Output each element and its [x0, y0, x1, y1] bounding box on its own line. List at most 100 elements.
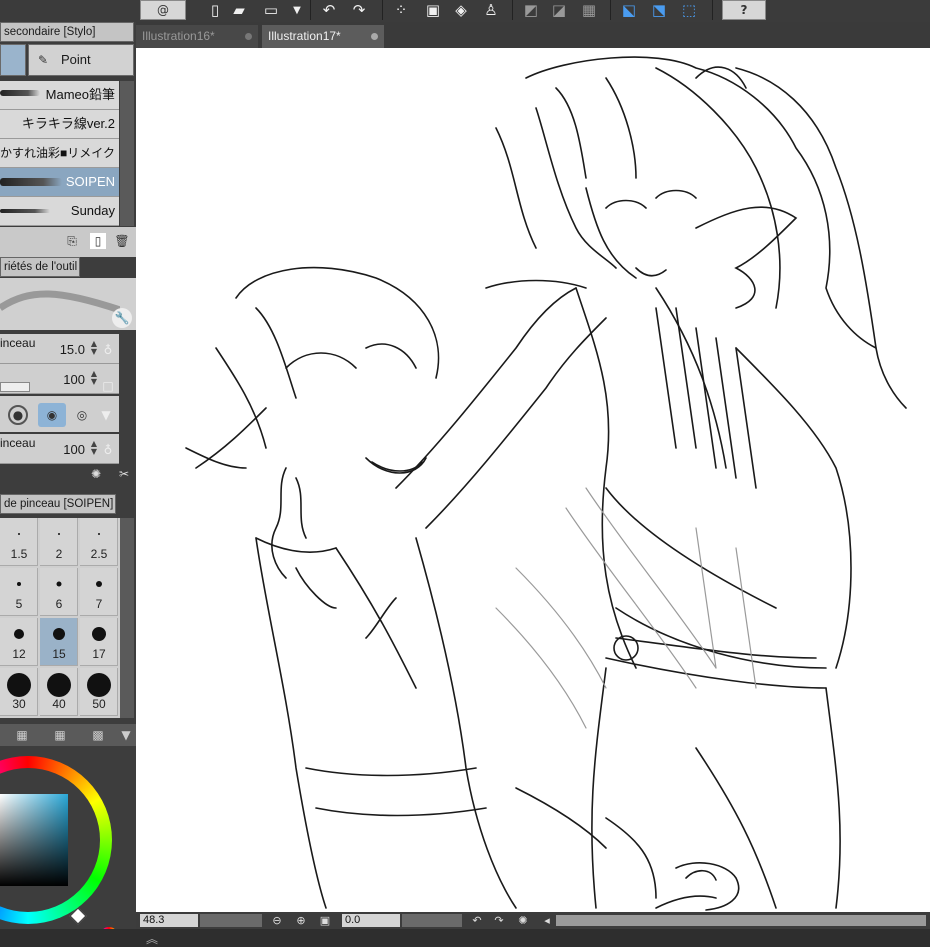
- select-dots-icon[interactable]: ⁘: [392, 1, 410, 19]
- brush-density-value[interactable]: 100: [63, 442, 85, 457]
- reset-rotation-icon[interactable]: ✺: [516, 913, 530, 927]
- special-ruler-snap-icon[interactable]: ⬔: [650, 1, 668, 19]
- point-tab[interactable]: ✎ Point: [28, 44, 134, 76]
- pressure-settings-icon[interactable]: ♁: [100, 442, 116, 458]
- help-button[interactable]: ?: [722, 0, 766, 20]
- size-label: 2: [55, 547, 63, 561]
- brush-tip-2-icon[interactable]: ◉: [38, 403, 66, 427]
- size-label: 40: [52, 697, 66, 711]
- stepper-icon[interactable]: ▲ ▼: [91, 440, 97, 456]
- save-icon[interactable]: ▭: [262, 1, 280, 19]
- expand-up-icon[interactable]: ︽: [144, 930, 160, 946]
- dropdown-arrow-icon[interactable]: ▼: [288, 1, 306, 19]
- person-icon[interactable]: ♙: [482, 1, 500, 19]
- size-cell-6[interactable]: 6: [40, 568, 78, 616]
- color-tab-2-icon[interactable]: ▦: [52, 727, 68, 743]
- drawing-canvas[interactable]: [136, 48, 930, 912]
- help-question-icon: ?: [740, 3, 748, 17]
- color-tab-3-icon[interactable]: ▩: [90, 727, 106, 743]
- horizontal-scrollbar[interactable]: [556, 915, 926, 926]
- brush-item-soipen[interactable]: SOIPEN: [0, 168, 119, 197]
- size-label: 1.5: [10, 547, 28, 561]
- brush-size-value[interactable]: 15.0: [60, 342, 85, 357]
- scroll-left-icon[interactable]: ◂: [540, 913, 554, 927]
- fill-bucket-icon[interactable]: ◈: [452, 1, 470, 19]
- rotate-left-icon[interactable]: ↶: [470, 913, 484, 927]
- toolbar-separator: [712, 0, 713, 20]
- open-folder-icon[interactable]: ▰: [230, 1, 248, 19]
- brush-stroke-preview: [0, 209, 50, 213]
- chevron-down-icon[interactable]: ▼: [98, 407, 114, 423]
- redo-icon[interactable]: ↷: [350, 1, 368, 19]
- film-icon[interactable]: ▦: [580, 1, 598, 19]
- wrench-icon[interactable]: ✂: [116, 466, 132, 482]
- zoom-field[interactable]: 48.3: [140, 914, 198, 927]
- size-cell-40[interactable]: 40: [40, 668, 78, 716]
- size-cell-12[interactable]: 12: [0, 618, 38, 666]
- new-brush-icon[interactable]: ▯: [90, 233, 106, 249]
- tab-close-icon[interactable]: [371, 33, 378, 40]
- point-tab-label: Point: [61, 52, 91, 67]
- undo-icon[interactable]: ↶: [320, 1, 338, 19]
- rotate-right-icon[interactable]: ↷: [492, 913, 506, 927]
- app-menu-button[interactable]: @: [140, 0, 186, 20]
- brush-item-kirakira[interactable]: キラキラ線ver.2: [0, 110, 119, 139]
- square-checkbox-icon[interactable]: □: [100, 378, 116, 394]
- opacity-slider[interactable]: [0, 382, 30, 392]
- brush-list-scrollbar[interactable]: [120, 81, 134, 226]
- size-cell-2[interactable]: 2: [40, 518, 78, 566]
- ruler-snap-icon[interactable]: ⬕: [620, 1, 638, 19]
- zoom-out-icon[interactable]: ⊖: [270, 913, 284, 927]
- rotation-slider[interactable]: [402, 914, 462, 927]
- stepper-icon[interactable]: ▲ ▼: [91, 340, 97, 356]
- pressure-settings-icon[interactable]: ♁: [100, 342, 116, 358]
- color-tab-1-icon[interactable]: ▦: [14, 727, 30, 743]
- layer-icon-2[interactable]: ◪: [550, 1, 568, 19]
- size-cell-1-5[interactable]: 1.5: [0, 518, 38, 566]
- size-cell-30[interactable]: 30: [0, 668, 38, 716]
- size-label: 15: [52, 647, 66, 661]
- brush-item-kasure[interactable]: かすれ油彩■リメイク: [0, 139, 119, 168]
- transform-icon[interactable]: ▣: [424, 1, 442, 19]
- opacity-value[interactable]: 100: [63, 372, 85, 387]
- size-dot: [16, 582, 21, 586]
- saturation-value-square[interactable]: [0, 794, 68, 886]
- toolbar-separator: [382, 0, 383, 20]
- size-cell-15[interactable]: 15: [40, 618, 78, 666]
- chevron-down-icon[interactable]: ▼: [118, 727, 134, 743]
- size-cell-17[interactable]: 17: [80, 618, 118, 666]
- zoom-slider[interactable]: [200, 914, 262, 927]
- size-dot: [86, 673, 111, 697]
- wrench-settings-icon[interactable]: 🔧: [112, 308, 132, 328]
- new-file-icon[interactable]: ▯: [206, 1, 224, 19]
- loading-dots-icon: ✺: [90, 467, 102, 481]
- line-art-illustration: [185, 56, 907, 911]
- secondary-tool-tab-empty[interactable]: [0, 44, 26, 76]
- layer-icon-1[interactable]: ◩: [522, 1, 540, 19]
- copy-brush-icon[interactable]: ⎘: [64, 233, 80, 249]
- size-dot: [6, 673, 31, 697]
- brush-size-scrollbar[interactable]: [120, 518, 134, 718]
- rotation-field[interactable]: 0.0: [342, 914, 400, 927]
- size-label: 7: [95, 597, 103, 611]
- brush-item-mameo[interactable]: Mameo鉛筆: [0, 81, 119, 110]
- grid-snap-icon[interactable]: ⬚: [680, 1, 698, 19]
- stepper-icon[interactable]: ▲ ▼: [91, 370, 97, 386]
- brush-item-sunday[interactable]: Sunday: [0, 197, 119, 226]
- trash-icon[interactable]: 🗑: [114, 233, 130, 249]
- size-cell-5[interactable]: 5: [0, 568, 38, 616]
- tab-illustration16[interactable]: Illustration16*: [136, 25, 258, 48]
- document-tabs: Illustration16* Illustration17*: [136, 22, 930, 48]
- size-cell-7[interactable]: 7: [80, 568, 118, 616]
- brush-tip-1-icon[interactable]: ●: [8, 405, 28, 425]
- size-cell-50[interactable]: 50: [80, 668, 118, 716]
- size-dot: [56, 581, 61, 587]
- fit-screen-icon[interactable]: ▣: [318, 913, 332, 927]
- size-cell-2-5[interactable]: 2.5: [80, 518, 118, 566]
- tab-illustration17[interactable]: Illustration17*: [262, 25, 384, 48]
- tab-close-icon[interactable]: [245, 33, 252, 40]
- brush-tip-3-icon[interactable]: ◎: [72, 405, 92, 425]
- toolbar-separator: [512, 0, 513, 20]
- brush-label: Sunday: [70, 203, 115, 218]
- zoom-in-icon[interactable]: ⊕: [294, 913, 308, 927]
